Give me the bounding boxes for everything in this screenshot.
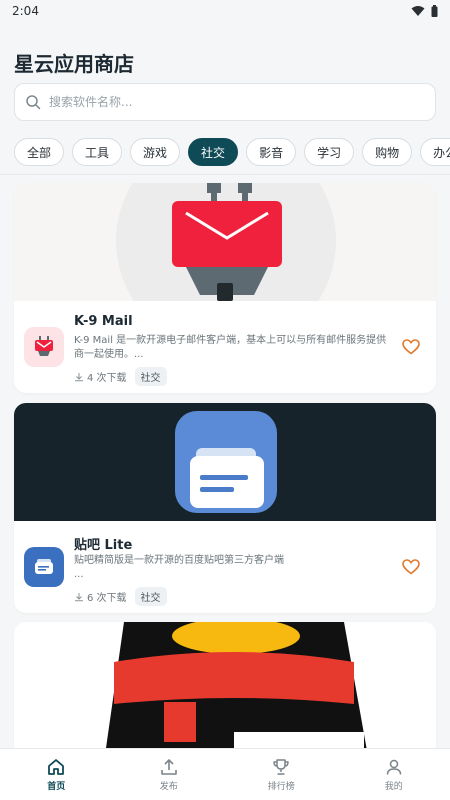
app-name: 贴吧 Lite [74,538,133,553]
category-tag: 社交 [134,587,167,606]
tab-games[interactable]: 游戏 [130,138,181,166]
app-meta: 4 次下载 社交 [74,367,167,386]
mail-robot-icon [35,336,53,356]
app-icon [24,327,64,367]
app-banner [14,622,436,748]
app-name: K-9 Mail [74,314,133,329]
nav-home[interactable]: 首页 [0,749,113,800]
user-icon [386,759,401,775]
category-tabs: 全部 工具 游戏 社交 影音 学习 购物 办公 [14,138,450,168]
download-icon [75,592,83,601]
bottom-nav: 首页 发布 排行榜 我的 [0,748,450,800]
tab-shopping[interactable]: 购物 [362,138,413,166]
penguin-icon [74,622,394,748]
status-bar: 2:04 [0,0,450,22]
status-time: 2:04 [12,4,39,18]
favorite-heart-icon[interactable] [402,559,420,575]
nav-home-label: 首页 [47,782,66,792]
category-tag: 社交 [134,367,167,386]
app-banner [14,403,436,521]
search-input[interactable] [49,95,389,109]
app-description: 贴吧精简版是一款开源的百度贴吧第三方客户端 ... [74,555,284,580]
tab-office[interactable]: 办公 [420,138,450,166]
nav-publish[interactable]: 发布 [113,749,226,800]
tab-tools[interactable]: 工具 [72,138,123,166]
download-count-text: 4 次下载 [87,373,127,384]
upload-icon [160,759,177,775]
favorite-heart-icon[interactable] [402,339,420,355]
tab-learning[interactable]: 学习 [304,138,355,166]
tab-all[interactable]: 全部 [14,138,65,166]
app-description: K-9 Mail 是一款开源电子邮件客户端，基本上可以与所有邮件服务提供商一起使… [74,335,387,360]
mail-robot-icon [116,183,336,301]
page-title: 星云应用商店 [14,52,134,76]
search-bar[interactable] [14,83,436,121]
chat-bubble-icon [35,559,53,574]
download-count: 6 次下载 [74,589,127,604]
nav-profile[interactable]: 我的 [338,749,450,800]
app-info: 贴吧 Lite 贴吧精简版是一款开源的百度贴吧第三方客户端 ... 6 次下载 … [14,521,436,613]
nav-publish-label: 发布 [159,782,178,792]
app-card-tieba-lite[interactable]: 贴吧 Lite 贴吧精简版是一款开源的百度贴吧第三方客户端 ... 6 次下载 … [14,403,436,613]
search-icon [26,95,41,110]
download-count-text: 6 次下载 [87,593,127,604]
app-info: K-9 Mail K-9 Mail 是一款开源电子邮件客户端，基本上可以与所有邮… [14,301,436,393]
app-icon [24,547,64,587]
app-meta: 6 次下载 社交 [74,587,167,606]
status-icons [411,5,438,17]
download-icon [75,372,83,381]
chat-bubble-icon [175,411,277,513]
tab-media[interactable]: 影音 [246,138,297,166]
nav-ranking[interactable]: 排行榜 [225,749,338,800]
download-count: 4 次下载 [74,369,127,384]
home-icon [48,759,65,775]
app-list: K-9 Mail K-9 Mail 是一款开源电子邮件客户端，基本上可以与所有邮… [0,175,450,748]
trophy-icon [273,759,289,775]
app-card-k9-mail[interactable]: K-9 Mail K-9 Mail 是一款开源电子邮件客户端，基本上可以与所有邮… [14,183,436,393]
app-banner [14,183,436,301]
wifi-icon [411,6,425,16]
nav-ranking-label: 排行榜 [267,782,295,792]
battery-icon [431,5,438,17]
nav-profile-label: 我的 [384,782,403,792]
tab-social[interactable]: 社交 [188,138,239,166]
app-card-partial[interactable] [14,622,436,748]
